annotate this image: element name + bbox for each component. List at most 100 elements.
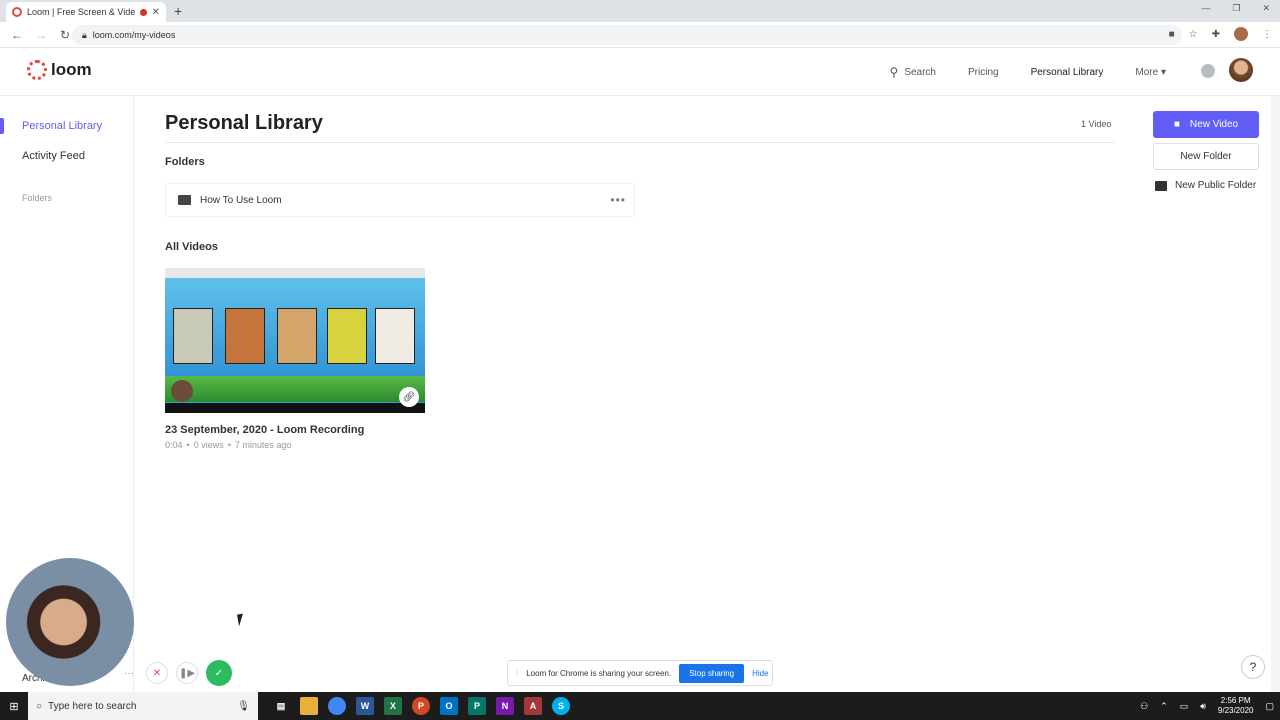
video-thumbnail[interactable]: 🔗︎ bbox=[165, 268, 425, 413]
new-public-folder-button[interactable]: New Public Folder bbox=[1155, 180, 1256, 191]
system-clock[interactable]: 2:56 PM 9/23/2020 bbox=[1218, 696, 1254, 716]
loom-logo[interactable]: loom bbox=[27, 60, 92, 80]
user-avatar[interactable] bbox=[1229, 58, 1253, 82]
cancel-recording-icon[interactable]: ✕ bbox=[146, 662, 168, 684]
thumbnail-book bbox=[277, 308, 317, 364]
back-icon[interactable]: ← bbox=[10, 28, 24, 42]
title-divider bbox=[165, 142, 1115, 143]
restore-icon[interactable]: ❐ bbox=[1232, 3, 1240, 14]
clock-time: 2:56 PM bbox=[1220, 696, 1251, 705]
folders-heading: Folders bbox=[165, 156, 205, 168]
thumbnail-webcam-bubble bbox=[171, 380, 193, 402]
help-button[interactable]: ? bbox=[1241, 655, 1265, 679]
stop-sharing-button[interactable]: Stop sharing bbox=[679, 663, 745, 683]
access-icon[interactable]: A bbox=[524, 697, 542, 715]
more-menu[interactable]: More ▾ bbox=[1135, 67, 1166, 78]
meta-separator: • bbox=[186, 440, 190, 450]
folder-name: How To Use Loom bbox=[200, 194, 282, 206]
menu-dots-icon[interactable]: ⋮ bbox=[1262, 29, 1272, 40]
address-bar-row: ← → ↻ 🔒︎ loom.com/my-videos ■ ☆ ✚ ⋮ bbox=[0, 22, 1280, 48]
finish-recording-icon[interactable]: ✓ bbox=[206, 660, 232, 686]
logo-text: loom bbox=[51, 60, 92, 79]
camera-icon[interactable]: ■ bbox=[1169, 29, 1175, 40]
network-icon[interactable]: ▭ bbox=[1180, 701, 1189, 712]
word-icon[interactable]: W bbox=[356, 697, 374, 715]
forward-icon[interactable]: → bbox=[34, 28, 48, 42]
sidebar-item-personal-library[interactable]: Personal Library bbox=[22, 120, 102, 132]
taskbar-search[interactable]: ○ Type here to search 🎙︎ bbox=[28, 692, 258, 720]
video-age: 7 minutes ago bbox=[234, 440, 292, 450]
thumbnail-taskbar bbox=[165, 403, 425, 413]
task-view-icon[interactable]: ▤ bbox=[272, 697, 290, 715]
browser-toolbar: ■ ☆ ✚ ⋮ bbox=[1169, 27, 1272, 41]
thumbnail-browser-chrome bbox=[165, 268, 425, 278]
chrome-icon[interactable] bbox=[328, 697, 346, 715]
sidebar-item-activity-feed[interactable]: Activity Feed bbox=[22, 150, 85, 162]
new-tab-button[interactable]: + bbox=[174, 3, 182, 19]
top-navigation: ⚲ Search Pricing Personal Library More ▾ bbox=[890, 65, 1166, 79]
browser-tab-strip: Loom | Free Screen & Video ✕ + — ❐ ✕ bbox=[0, 0, 1280, 22]
more-options-icon[interactable]: ••• bbox=[610, 193, 626, 207]
minimize-icon[interactable]: — bbox=[1201, 3, 1210, 14]
chevron-down-icon: ▾ bbox=[1160, 66, 1166, 78]
recording-controls: ··· ✕ ❚▶ ✓ bbox=[120, 660, 232, 686]
bookmark-star-icon[interactable]: ☆ bbox=[1189, 29, 1198, 40]
publisher-icon[interactable]: P bbox=[468, 697, 486, 715]
windows-start-icon[interactable]: ⊞ bbox=[0, 700, 28, 713]
lock-icon: 🔒︎ bbox=[82, 29, 87, 40]
thumbnail-book bbox=[225, 308, 265, 364]
taskbar-search-placeholder: Type here to search bbox=[48, 700, 137, 712]
video-count: 1 Video bbox=[1081, 119, 1112, 129]
outlook-icon[interactable]: O bbox=[440, 697, 458, 715]
clock-date: 9/23/2020 bbox=[1217, 706, 1254, 715]
copy-link-icon[interactable]: 🔗︎ bbox=[399, 387, 419, 407]
onenote-icon[interactable]: N bbox=[496, 697, 514, 715]
search-link[interactable]: ⚲ Search bbox=[890, 65, 936, 79]
browser-tab[interactable]: Loom | Free Screen & Video ✕ bbox=[6, 2, 166, 22]
tray-chevron-icon[interactable]: ⌃ bbox=[1160, 701, 1168, 712]
extensions-icon[interactable]: ✚ bbox=[1212, 29, 1220, 40]
personal-library-link[interactable]: Personal Library bbox=[1031, 67, 1104, 78]
powerpoint-icon[interactable]: P bbox=[412, 697, 430, 715]
url-field[interactable]: 🔒︎ loom.com/my-videos bbox=[72, 25, 1182, 45]
thumbnail-grass bbox=[165, 376, 425, 402]
file-explorer-icon[interactable] bbox=[300, 697, 318, 715]
drag-handle-icon[interactable]: ⁞ bbox=[516, 669, 518, 678]
close-window-icon[interactable]: ✕ bbox=[1262, 3, 1270, 14]
excel-icon[interactable]: X bbox=[384, 697, 402, 715]
active-indicator bbox=[0, 118, 4, 134]
more-label: More bbox=[1135, 66, 1159, 78]
loom-logo-icon bbox=[27, 60, 47, 80]
thumbnail-book bbox=[173, 308, 213, 364]
page-title: Personal Library bbox=[165, 112, 323, 134]
more-controls-icon[interactable]: ··· bbox=[120, 664, 138, 682]
video-title[interactable]: 23 September, 2020 - Loom Recording bbox=[165, 424, 364, 436]
page-scrollbar[interactable] bbox=[1271, 96, 1280, 692]
taskbar-apps: ▤ W X P O P N A S bbox=[272, 697, 570, 715]
new-video-button[interactable]: ■ New Video bbox=[1153, 111, 1259, 138]
folder-card[interactable]: How To Use Loom ••• bbox=[165, 183, 635, 217]
volume-icon[interactable]: 🔊︎ bbox=[1200, 701, 1206, 712]
new-folder-button[interactable]: New Folder bbox=[1153, 143, 1259, 170]
pricing-link[interactable]: Pricing bbox=[968, 67, 999, 78]
action-center-icon[interactable]: ▢ bbox=[1265, 701, 1274, 712]
reload-icon[interactable]: ↻ bbox=[58, 28, 72, 42]
public-folder-icon bbox=[1155, 180, 1167, 191]
skype-icon[interactable]: S bbox=[552, 697, 570, 715]
url-text: loom.com/my-videos bbox=[92, 30, 176, 40]
profile-avatar-icon[interactable] bbox=[1234, 27, 1248, 41]
pause-recording-icon[interactable]: ❚▶ bbox=[176, 662, 198, 684]
microphone-icon[interactable]: 🎙︎ bbox=[237, 701, 250, 712]
screen-sharing-bar: ⁞ Loom for Chrome is sharing your screen… bbox=[507, 660, 773, 686]
hide-sharing-bar-link[interactable]: Hide bbox=[752, 669, 768, 678]
webcam-bubble[interactable] bbox=[6, 558, 134, 686]
tab-title: Loom | Free Screen & Video bbox=[27, 7, 135, 17]
system-tray: ⚇ ⌃ ▭ 🔊︎ 2:56 PM 9/23/2020 ▢ bbox=[1140, 692, 1274, 720]
window-controls: — ❐ ✕ bbox=[1201, 3, 1270, 14]
close-tab-icon[interactable]: ✕ bbox=[152, 7, 160, 18]
all-videos-heading: All Videos bbox=[165, 241, 218, 253]
notification-bell-icon[interactable] bbox=[1201, 64, 1215, 78]
video-views: 0 views bbox=[193, 440, 224, 450]
people-icon[interactable]: ⚇ bbox=[1140, 701, 1148, 712]
sharing-message: Loom for Chrome is sharing your screen. bbox=[526, 668, 672, 678]
